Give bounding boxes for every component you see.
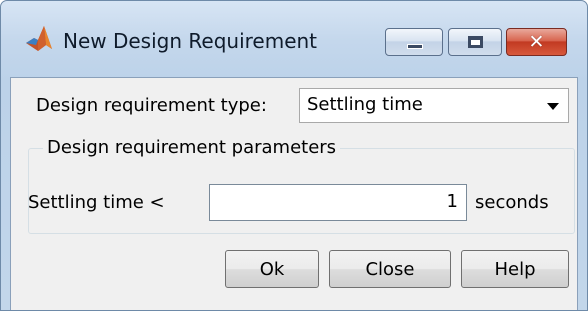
close-button[interactable]: Close xyxy=(329,250,451,288)
maximize-icon xyxy=(468,36,483,48)
matlab-icon xyxy=(26,26,52,51)
parameters-group-title: Design requirement parameters xyxy=(43,137,341,158)
dialog-content: Design requirement type: Settling time D… xyxy=(10,77,578,310)
seconds-unit-label: seconds xyxy=(475,192,549,213)
maximize-button[interactable] xyxy=(448,28,502,56)
window-title: New Design Requirement xyxy=(63,29,318,53)
requirement-type-select[interactable]: Settling time xyxy=(299,88,569,123)
dialog-window: New Design Requirement ✕ Design requirem… xyxy=(0,0,588,311)
requirement-type-value: Settling time xyxy=(307,94,423,115)
requirement-type-label: Design requirement type: xyxy=(36,95,267,116)
help-button[interactable]: Help xyxy=(461,250,569,288)
minimize-button[interactable] xyxy=(385,28,443,56)
chevron-down-icon[interactable] xyxy=(547,103,559,110)
settling-time-input[interactable]: 1 xyxy=(209,184,467,221)
minimize-icon xyxy=(407,44,423,49)
close-window-button[interactable]: ✕ xyxy=(506,28,567,56)
settling-time-label: Settling time < xyxy=(28,192,165,213)
title-bar[interactable]: New Design Requirement ✕ xyxy=(1,1,587,65)
ok-button[interactable]: Ok xyxy=(225,250,319,288)
close-icon: ✕ xyxy=(528,31,545,53)
